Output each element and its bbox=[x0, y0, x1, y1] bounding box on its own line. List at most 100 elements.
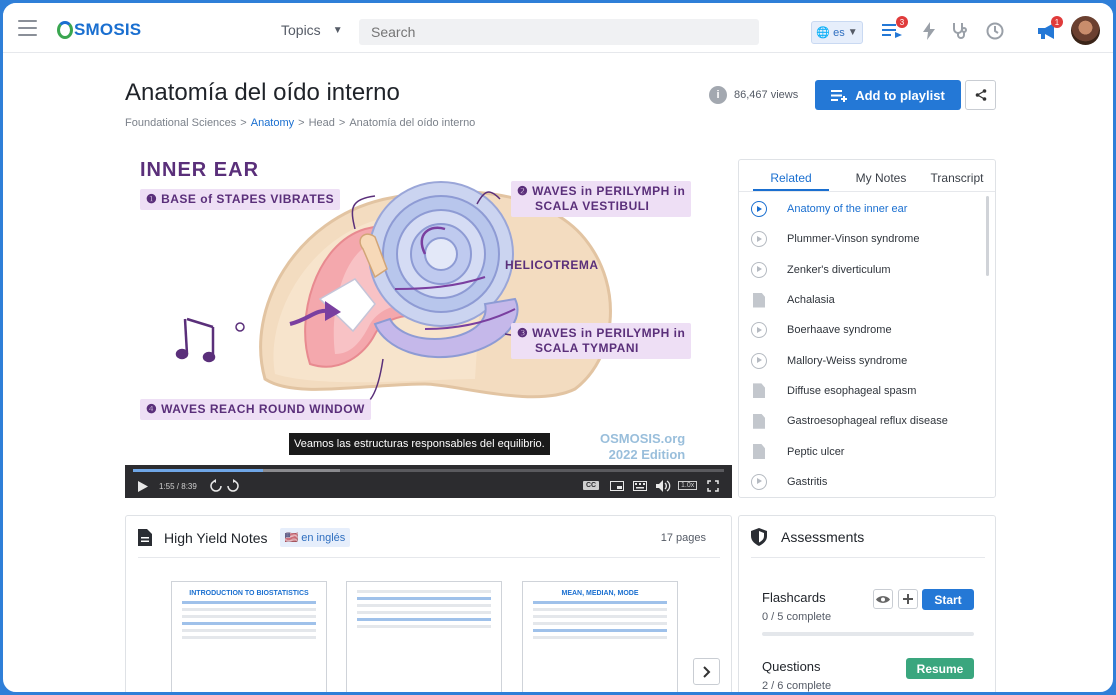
sidebar-scrollbar[interactable] bbox=[986, 196, 989, 276]
notes-thumbnail[interactable]: MEAN, MEDIAN, MODE bbox=[522, 581, 678, 692]
related-item-label: Anatomy of the inner ear bbox=[787, 203, 908, 216]
callout-step-2-line-2: SCALA VESTIBULI bbox=[535, 199, 650, 213]
play-circle-icon bbox=[751, 261, 767, 278]
assessments-title: Assessments bbox=[781, 529, 865, 545]
related-item[interactable]: Peptic ulcer bbox=[739, 436, 995, 466]
menu-icon[interactable] bbox=[18, 20, 37, 36]
related-item-label: Boerhaave syndrome bbox=[787, 324, 892, 337]
document-icon bbox=[751, 292, 767, 308]
related-item[interactable]: Gastroesophageal reflux disease bbox=[739, 406, 995, 436]
video-controls: 1:55 / 8:39 CC 1.0x bbox=[125, 465, 732, 498]
related-item[interactable]: Achalasia bbox=[739, 285, 995, 315]
language-selector[interactable]: 🌐 es ▼ bbox=[811, 21, 863, 44]
chevron-right-icon bbox=[702, 665, 710, 678]
osmosis-logo[interactable]: SMOSIS bbox=[57, 18, 141, 42]
questions-label: Questions bbox=[762, 659, 821, 674]
related-item-label: Mallory-Weiss syndrome bbox=[787, 354, 908, 367]
start-flashcards-button[interactable]: Start bbox=[922, 589, 974, 610]
related-item[interactable]: Zenker's diverticulum bbox=[739, 255, 995, 285]
breadcrumb-item-foundational[interactable]: Foundational Sciences bbox=[125, 117, 236, 129]
breadcrumb-item-head[interactable]: Head bbox=[309, 117, 335, 129]
picture-in-picture-icon[interactable] bbox=[610, 481, 624, 491]
related-item[interactable]: Anatomy of the inner ear bbox=[739, 194, 995, 224]
notes-language-tag: 🇺🇸 en inglés bbox=[279, 528, 351, 547]
tab-related[interactable]: Related bbox=[753, 160, 829, 191]
divider bbox=[138, 557, 720, 558]
breadcrumb-separator: > bbox=[338, 117, 346, 129]
add-flashcards-button[interactable] bbox=[898, 589, 918, 609]
breadcrumb-separator: > bbox=[298, 117, 305, 129]
play-circle-icon bbox=[751, 201, 767, 218]
callout-step-3: ❸ WAVES in PERILYMPH in SCALA TYMPANI bbox=[511, 323, 692, 359]
high-yield-notes-panel: High Yield Notes 🇺🇸 en inglés 17 pages I… bbox=[125, 515, 732, 692]
document-icon bbox=[751, 413, 767, 429]
watermark-line-2: 2022 Edition bbox=[608, 447, 686, 462]
fullscreen-icon[interactable] bbox=[707, 480, 719, 492]
document-icon bbox=[751, 444, 767, 460]
megaphone-icon[interactable]: 1 bbox=[1036, 16, 1063, 42]
related-item-label: Zenker's diverticulum bbox=[787, 263, 891, 276]
watermark: OSMOSIS.org 2022 Edition bbox=[600, 431, 685, 463]
flashcards-progress-text: 0 / 5 complete bbox=[762, 611, 832, 623]
play-circle-icon bbox=[751, 322, 767, 339]
related-item-label: Gastroesophageal reflux disease bbox=[787, 415, 948, 428]
play-circle-icon bbox=[751, 473, 767, 490]
chevron-down-icon: ▼ bbox=[332, 24, 343, 36]
video-player[interactable]: INNER EAR ❶ BASE of STAPES VIBRATES ❷ WA… bbox=[125, 149, 732, 498]
watermark-line-1: OSMOSIS.org bbox=[600, 431, 686, 446]
forward-10-icon[interactable] bbox=[226, 479, 240, 493]
related-item[interactable]: Mallory-Weiss syndrome bbox=[739, 345, 995, 375]
tab-transcript[interactable]: Transcript bbox=[919, 160, 995, 191]
user-avatar[interactable] bbox=[1071, 16, 1100, 45]
view-count: i 86,467 views bbox=[709, 86, 798, 104]
questions-progress-text: 2 / 6 complete bbox=[762, 680, 832, 692]
add-to-playlist-button[interactable]: Add to playlist bbox=[815, 80, 961, 110]
rewind-10-icon[interactable] bbox=[209, 479, 223, 493]
logo-mark-icon bbox=[57, 21, 73, 39]
related-item[interactable]: Diffuse esophageal spasm bbox=[739, 376, 995, 406]
topics-menu[interactable]: Topics ▼ bbox=[281, 22, 343, 38]
history-clock-icon[interactable] bbox=[984, 20, 1006, 42]
document-icon bbox=[138, 529, 152, 546]
logo-text: SMOSIS bbox=[74, 20, 142, 39]
play-circle-icon bbox=[751, 231, 767, 248]
play-icon[interactable] bbox=[138, 481, 148, 492]
resume-questions-button[interactable]: Resume bbox=[906, 658, 974, 679]
related-item[interactable]: Gastritis bbox=[739, 467, 995, 497]
tab-my-notes[interactable]: My Notes bbox=[843, 160, 919, 191]
next-page-button[interactable] bbox=[693, 658, 720, 685]
related-item-label: Peptic ulcer bbox=[787, 445, 845, 458]
callout-step-4: ❹ WAVES REACH ROUND WINDOW bbox=[140, 399, 371, 420]
keyboard-icon[interactable] bbox=[633, 481, 647, 491]
related-item[interactable]: Plummer-Vinson syndrome bbox=[739, 224, 995, 254]
topics-label: Topics bbox=[281, 22, 321, 38]
volume-icon[interactable] bbox=[656, 480, 671, 492]
closed-captions-button[interactable]: CC bbox=[583, 481, 600, 490]
breadcrumb-separator: > bbox=[240, 117, 247, 129]
notes-title: High Yield Notes bbox=[164, 529, 268, 546]
lightning-icon[interactable] bbox=[918, 20, 940, 42]
document-icon bbox=[751, 383, 767, 399]
add-to-playlist-label: Add to playlist bbox=[855, 87, 945, 103]
views-label: 86,467 views bbox=[734, 89, 799, 101]
playback-speed-button[interactable]: 1.0x bbox=[678, 481, 698, 490]
notes-thumbnail-title: INTRODUCTION TO BIOSTATISTICS bbox=[189, 590, 309, 597]
breadcrumb-item-anatomy[interactable]: Anatomy bbox=[251, 117, 294, 129]
notes-thumbnail-title: MEAN, MEDIAN, MODE bbox=[561, 590, 639, 597]
notes-thumbnail[interactable] bbox=[346, 581, 502, 692]
share-button[interactable] bbox=[965, 80, 996, 110]
related-item[interactable]: Boerhaave syndrome bbox=[739, 315, 995, 345]
app-window: SMOSIS Topics ▼ 🌐 es ▼ 3 1 A bbox=[0, 0, 1116, 695]
notes-thumbnail[interactable]: INTRODUCTION TO BIOSTATISTICS bbox=[171, 581, 327, 692]
callout-step-1: ❶ BASE of STAPES VIBRATES bbox=[140, 189, 341, 210]
page-title: Anatomía del oído interno bbox=[125, 79, 400, 106]
playlist-add-icon bbox=[831, 89, 848, 102]
video-progress-bar[interactable] bbox=[133, 469, 724, 472]
callout-step-2: ❷ WAVES in PERILYMPH in SCALA VESTIBULI bbox=[511, 181, 692, 217]
related-item-label: Diffuse esophageal spasm bbox=[787, 384, 917, 397]
preview-flashcards-button[interactable] bbox=[873, 589, 893, 609]
callout-step-3-line-1: ❸ WAVES in PERILYMPH in bbox=[517, 326, 686, 340]
stethoscope-icon[interactable] bbox=[949, 20, 971, 42]
search-input[interactable] bbox=[359, 19, 759, 45]
playlist-queue-icon[interactable]: 3 bbox=[881, 16, 908, 42]
